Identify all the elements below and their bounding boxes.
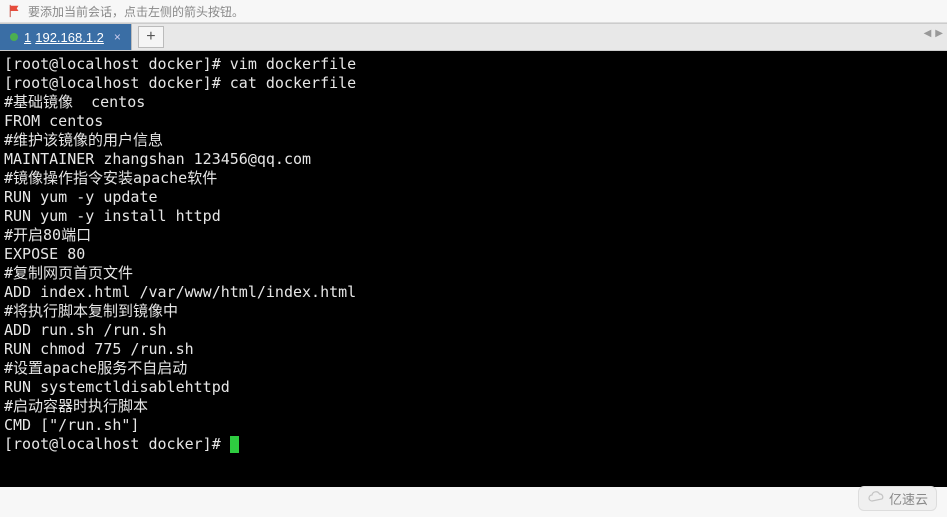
- scroll-left-icon[interactable]: ◀: [924, 28, 932, 39]
- tab-scroll: ◀ ▶: [924, 28, 943, 39]
- terminal-line: #基础镜像 centos: [4, 93, 145, 111]
- flag-icon: [8, 4, 22, 18]
- watermark: 亿速云: [858, 486, 937, 511]
- terminal[interactable]: [root@localhost docker]# vim dockerfile …: [0, 51, 947, 487]
- terminal-line: ADD run.sh /run.sh: [4, 321, 167, 339]
- cursor-icon: [230, 436, 239, 453]
- add-tab-button[interactable]: +: [138, 26, 164, 48]
- terminal-line: MAINTAINER zhangshan 123456@qq.com: [4, 150, 311, 168]
- terminal-line: #维护该镜像的用户信息: [4, 131, 163, 149]
- watermark-text: 亿速云: [889, 489, 928, 508]
- terminal-line: #复制网页首页文件: [4, 264, 133, 282]
- terminal-line: #镜像操作指令安装apache软件: [4, 169, 217, 187]
- cloud-icon: [867, 491, 885, 506]
- terminal-line: EXPOSE 80: [4, 245, 85, 263]
- terminal-line: CMD ["/run.sh"]: [4, 416, 139, 434]
- info-bar: 要添加当前会话，点击左侧的箭头按钮。: [0, 0, 947, 23]
- plus-icon: +: [146, 28, 155, 46]
- terminal-line: RUN yum -y update: [4, 188, 158, 206]
- terminal-line: [root@localhost docker]# vim dockerfile: [4, 55, 356, 73]
- terminal-line: [root@localhost docker]# cat dockerfile: [4, 74, 356, 92]
- terminal-line: #将执行脚本复制到镜像中: [4, 302, 178, 320]
- tab-bar: 1 192.168.1.2 × + ◀ ▶: [0, 23, 947, 51]
- terminal-line: #启动容器时执行脚本: [4, 397, 148, 415]
- terminal-line: #开启80端口: [4, 226, 91, 244]
- terminal-prompt: [root@localhost docker]#: [4, 435, 230, 453]
- status-dot-icon: [10, 33, 18, 41]
- info-message: 要添加当前会话，点击左侧的箭头按钮。: [28, 3, 244, 20]
- terminal-line: #设置apache服务不自启动: [4, 359, 187, 377]
- terminal-line: ADD index.html /var/www/html/index.html: [4, 283, 356, 301]
- close-icon[interactable]: ×: [114, 30, 121, 44]
- terminal-line: RUN yum -y install httpd: [4, 207, 221, 225]
- terminal-line: FROM centos: [4, 112, 103, 130]
- tab-session-1[interactable]: 1 192.168.1.2 ×: [0, 24, 132, 50]
- terminal-line: RUN systemctldisablehttpd: [4, 378, 230, 396]
- bottom-strip: [0, 487, 947, 517]
- scroll-right-icon[interactable]: ▶: [935, 28, 943, 39]
- tab-index: 1: [24, 30, 31, 45]
- terminal-line: RUN chmod 775 /run.sh: [4, 340, 194, 358]
- tab-label: 192.168.1.2: [35, 30, 104, 45]
